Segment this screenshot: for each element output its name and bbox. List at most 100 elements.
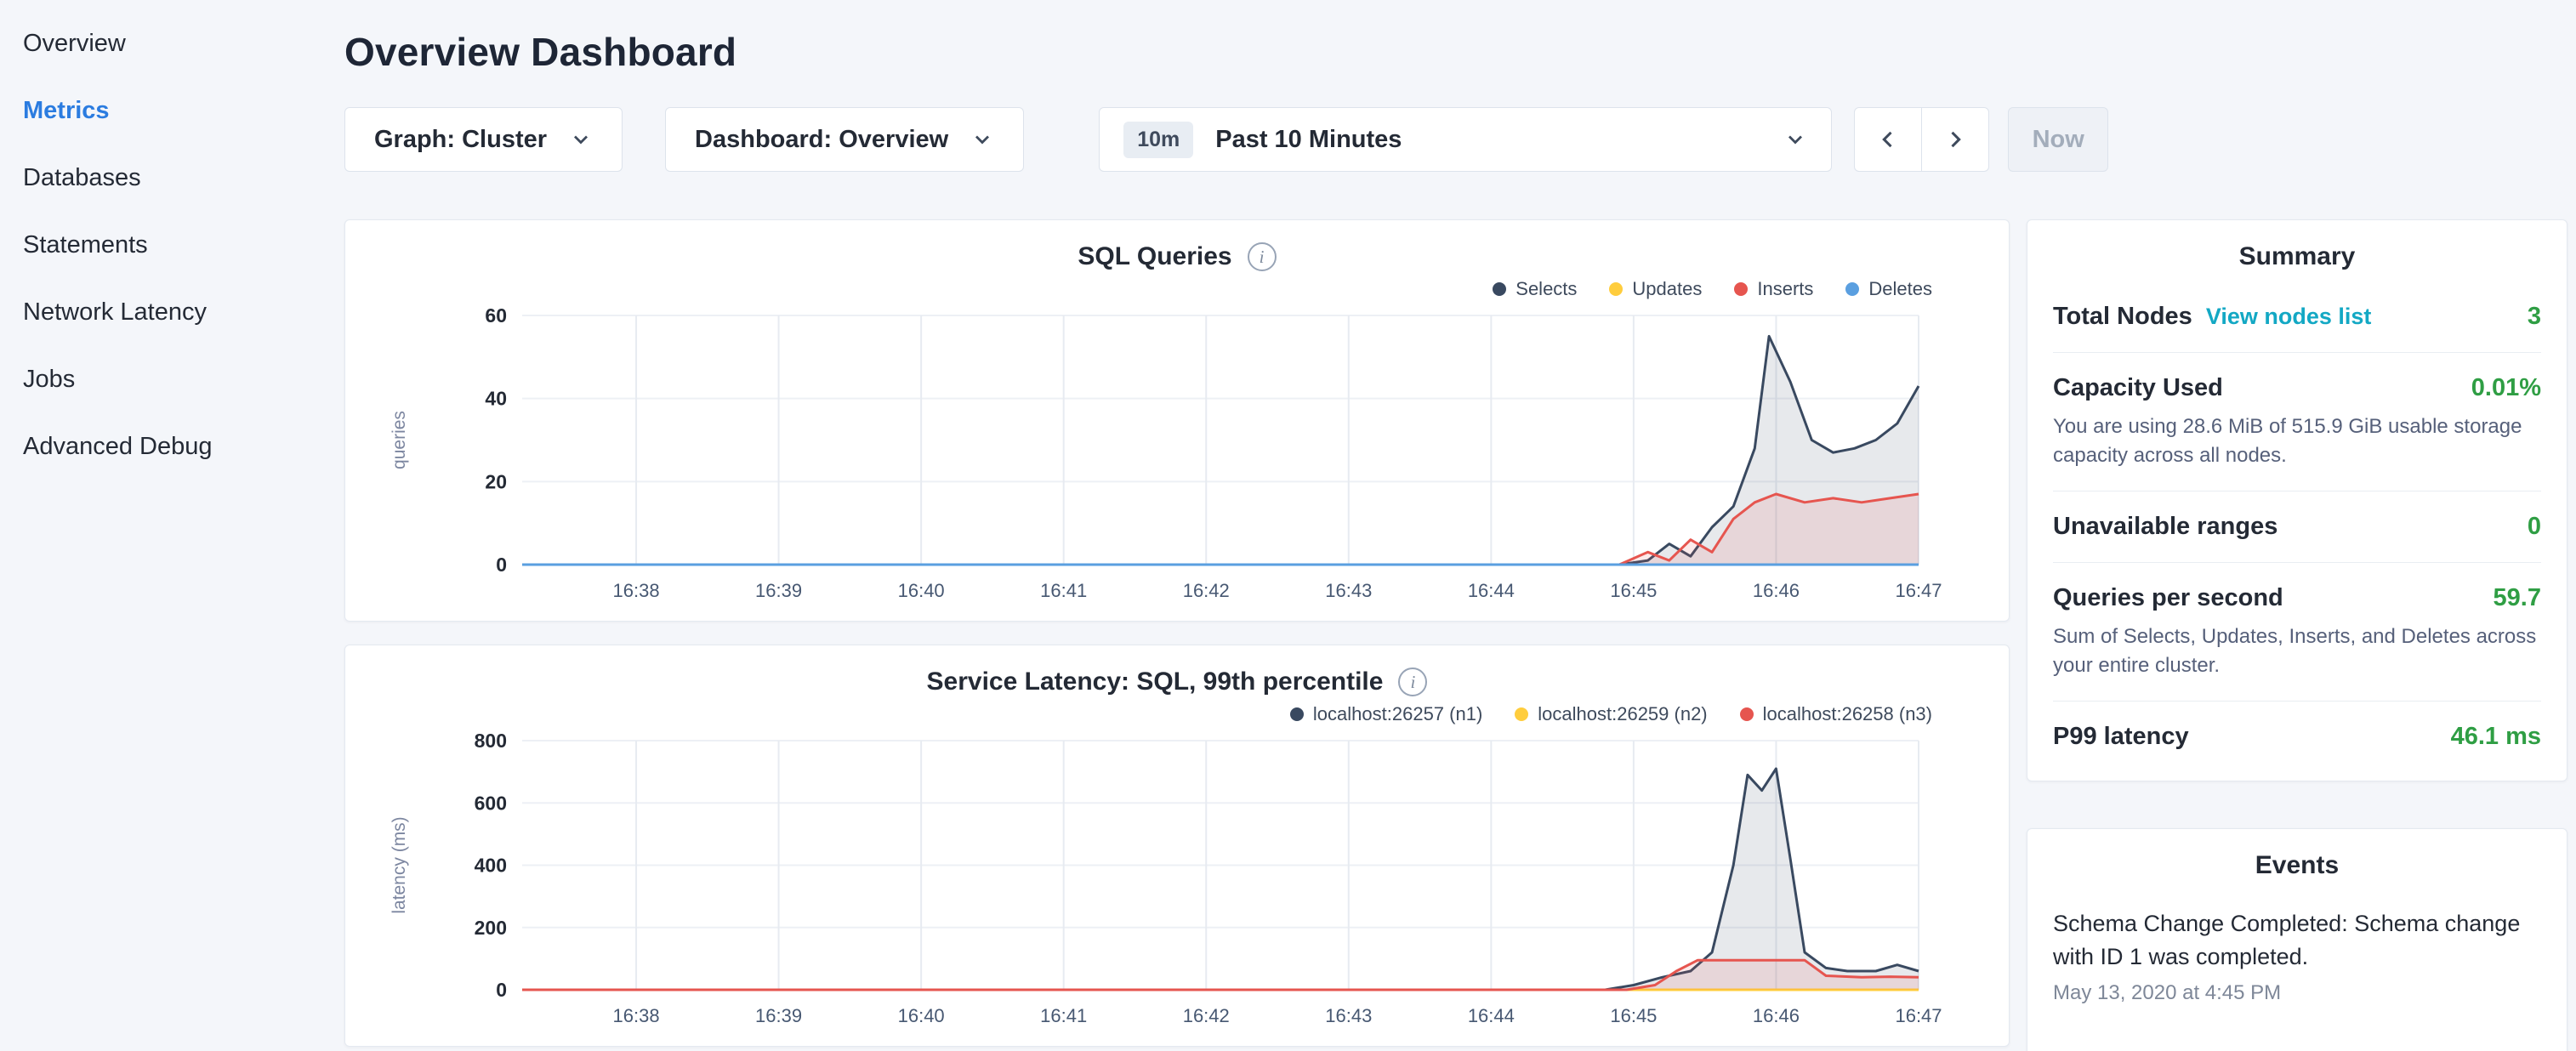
info-icon[interactable]: i [1398, 668, 1427, 696]
chart-plot: 16:3816:3916:4016:4116:4216:4316:4416:45… [369, 727, 1985, 1036]
events-title: Events [2053, 851, 2541, 880]
legend-dot [1845, 282, 1859, 296]
view-nodes-list-link[interactable]: View nodes list [2206, 304, 2372, 329]
event-text: Schema Change Completed: Schema change w… [2053, 907, 2541, 973]
time-step-buttons [1854, 107, 1989, 172]
legend-label: localhost:26257 (n1) [1313, 703, 1482, 725]
summary-label: Capacity Used [2053, 374, 2223, 401]
legend-dot [1609, 282, 1623, 296]
summary-label: P99 latency [2053, 723, 2189, 750]
legend-label: Selects [1515, 278, 1577, 300]
sidebar-item-metrics[interactable]: Metrics [23, 77, 344, 145]
y-tick-label: 20 [485, 470, 507, 492]
summary-label: Unavailable ranges [2053, 513, 2277, 540]
legend-item-updates[interactable]: Updates [1609, 278, 1702, 300]
events-list: Schema Change Completed: Schema change w… [2053, 904, 2541, 1008]
event-time: May 13, 2020 at 4:45 PM [2053, 981, 2541, 1005]
sidebar-item-databases[interactable]: Databases [23, 145, 344, 212]
summary-row-unavailable-ranges: Unavailable ranges 0 [2053, 491, 2541, 563]
legend-item-localhost-26258-n3[interactable]: localhost:26258 (n3) [1740, 703, 1932, 725]
summary-label: Queries per second [2053, 584, 2283, 611]
series-area-localhost-26257-n1 [522, 769, 1919, 990]
summary-row-queries-per-second: Queries per second59.7Sum of Selects, Up… [2053, 563, 2541, 702]
x-tick-label: 16:44 [1468, 1005, 1515, 1026]
sidebar-item-jobs[interactable]: Jobs [23, 346, 344, 413]
chart-card-service-latency-sql-99th-percentile: Service Latency: SQL, 99th percentile i … [344, 645, 2010, 1047]
dashboard-dropdown-label: Dashboard: Overview [695, 126, 948, 154]
time-forward-button[interactable] [1921, 107, 1989, 172]
controls-row: Graph: Cluster Dashboard: Overview 10m P… [344, 107, 2576, 172]
sidebar-item-overview[interactable]: Overview [23, 10, 344, 77]
legend-dot [1493, 282, 1506, 296]
legend-item-selects[interactable]: Selects [1493, 278, 1577, 300]
sidebar-item-network-latency[interactable]: Network Latency [23, 279, 344, 346]
summary-value: 0 [2528, 513, 2541, 541]
y-tick-label: 0 [496, 554, 507, 576]
chevron-down-icon [1783, 128, 1807, 151]
dashboard-dropdown[interactable]: Dashboard: Overview [665, 107, 1024, 172]
x-tick-label: 16:41 [1040, 1005, 1087, 1026]
x-tick-label: 16:43 [1325, 580, 1372, 601]
chart-plot: 16:3816:3916:4016:4116:4216:4316:4416:45… [369, 302, 1985, 611]
time-range-label: Past 10 Minutes [1215, 126, 1402, 154]
chart-title-row: Service Latency: SQL, 99th percentile i [369, 668, 1985, 696]
legend-label: localhost:26259 (n2) [1538, 703, 1707, 725]
sidebar-item-advanced-debug[interactable]: Advanced Debug [23, 413, 344, 480]
x-tick-label: 16:45 [1610, 1005, 1657, 1026]
y-tick-label: 600 [475, 792, 507, 814]
x-tick-label: 16:47 [1895, 580, 1942, 601]
chevron-down-icon [569, 128, 593, 151]
x-tick-label: 16:45 [1610, 580, 1657, 601]
chart-canvas: 16:3816:3916:4016:4116:4216:4316:4416:45… [369, 727, 1985, 1036]
x-tick-label: 16:47 [1895, 1005, 1942, 1026]
legend-dot [1734, 282, 1748, 296]
legend-item-localhost-26257-n1[interactable]: localhost:26257 (n1) [1290, 703, 1482, 725]
legend-label: Inserts [1757, 278, 1813, 300]
y-tick-label: 400 [475, 855, 507, 877]
legend-item-localhost-26259-n2[interactable]: localhost:26259 (n2) [1515, 703, 1707, 725]
summary-row-main: Capacity Used0.01% [2053, 374, 2541, 402]
legend-dot [1515, 707, 1528, 721]
summary-value: 59.7 [2494, 584, 2541, 612]
legend-item-inserts[interactable]: Inserts [1734, 278, 1813, 300]
x-tick-label: 16:42 [1183, 580, 1230, 601]
chevron-down-icon [970, 128, 994, 151]
x-tick-label: 16:46 [1753, 1005, 1800, 1026]
app: OverviewMetricsDatabasesStatementsNetwor… [0, 0, 2576, 1051]
sidebar: OverviewMetricsDatabasesStatementsNetwor… [0, 0, 344, 1051]
x-tick-label: 16:41 [1040, 580, 1087, 601]
chevron-left-icon [1876, 128, 1900, 151]
summary-rows: Total NodesView nodes list3Capacity Used… [2053, 281, 2541, 772]
time-window-badge: 10m [1123, 122, 1193, 158]
time-back-button[interactable] [1854, 107, 1922, 172]
x-tick-label: 16:38 [613, 580, 660, 601]
chart-legend: localhost:26257 (n1) localhost:26259 (n2)… [369, 703, 1932, 725]
time-range-dropdown[interactable]: 10m Past 10 Minutes [1099, 107, 1832, 172]
summary-description: You are using 28.6 MiB of 515.9 GiB usab… [2053, 412, 2541, 469]
event-item[interactable]: Schema Change Completed: Schema change w… [2053, 904, 2541, 1008]
x-tick-label: 16:38 [613, 1005, 660, 1026]
info-icon[interactable]: i [1248, 242, 1277, 271]
time-controls: 10m Past 10 Minutes Now [1099, 107, 2108, 172]
x-tick-label: 16:39 [755, 580, 802, 601]
events-panel: Events Schema Change Completed: Schema c… [2027, 828, 2567, 1051]
legend-dot [1290, 707, 1304, 721]
charts-column: SQL Queries i Selects Updates Inserts Delet… [344, 219, 2010, 1047]
x-tick-label: 16:44 [1468, 580, 1515, 601]
graph-dropdown[interactable]: Graph: Cluster [344, 107, 623, 172]
series-line-selects [522, 336, 1919, 565]
chart-canvas: 16:3816:3916:4016:4116:4216:4316:4416:45… [369, 302, 1985, 611]
y-tick-label: 0 [496, 979, 507, 1001]
legend-item-deletes[interactable]: Deletes [1845, 278, 1932, 300]
now-button[interactable]: Now [2008, 107, 2108, 172]
main-content: Overview Dashboard Graph: Cluster Dashbo… [344, 0, 2576, 1051]
series-area-localhost-26258-n3 [522, 960, 1919, 990]
x-tick-label: 16:40 [898, 1005, 945, 1026]
summary-label: Total Nodes [2053, 303, 2192, 330]
summary-value: 46.1 ms [2451, 723, 2541, 751]
sidebar-item-statements[interactable]: Statements [23, 212, 344, 279]
chart-title: SQL Queries [1078, 242, 1231, 271]
summary-row-p99-latency: P99 latency 46.1 ms [2053, 702, 2541, 772]
content-row: SQL Queries i Selects Updates Inserts Delet… [344, 219, 2576, 1051]
legend-label: Deletes [1868, 278, 1932, 300]
